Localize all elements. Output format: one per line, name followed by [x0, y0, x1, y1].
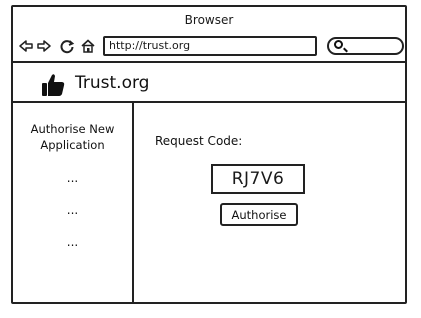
- authorise-button[interactable]: Authorise: [220, 203, 298, 226]
- browser-window: Browser http://trust.org Trust.org Autho…: [11, 5, 407, 304]
- thumbs-up-icon: [39, 72, 67, 98]
- address-bar[interactable]: http://trust.org: [103, 36, 317, 56]
- window-title: Browser: [184, 13, 234, 27]
- home-icon[interactable]: [79, 36, 97, 56]
- search-icon: [334, 40, 343, 49]
- site-title: Trust.org: [75, 73, 150, 93]
- main-content: Request Code: RJ7V6 Authorise: [134, 103, 405, 302]
- sidebar: Authorise New Application ... ... ...: [13, 103, 134, 302]
- browser-toolbar: http://trust.org: [13, 33, 405, 63]
- reload-icon[interactable]: [58, 36, 76, 56]
- forward-arrow-icon[interactable]: [35, 36, 53, 56]
- site-header: Trust.org: [13, 63, 405, 103]
- sidebar-item-more-1[interactable]: ...: [13, 170, 132, 186]
- request-code-value: RJ7V6: [211, 164, 305, 194]
- back-arrow-icon[interactable]: [17, 36, 35, 56]
- request-code-label: Request Code:: [155, 134, 243, 148]
- sidebar-item-authorise-new-application[interactable]: Authorise New Application: [13, 121, 132, 153]
- sidebar-item-more-2[interactable]: ...: [13, 202, 132, 218]
- search-input[interactable]: [327, 37, 404, 55]
- sidebar-item-more-3[interactable]: ...: [13, 234, 132, 250]
